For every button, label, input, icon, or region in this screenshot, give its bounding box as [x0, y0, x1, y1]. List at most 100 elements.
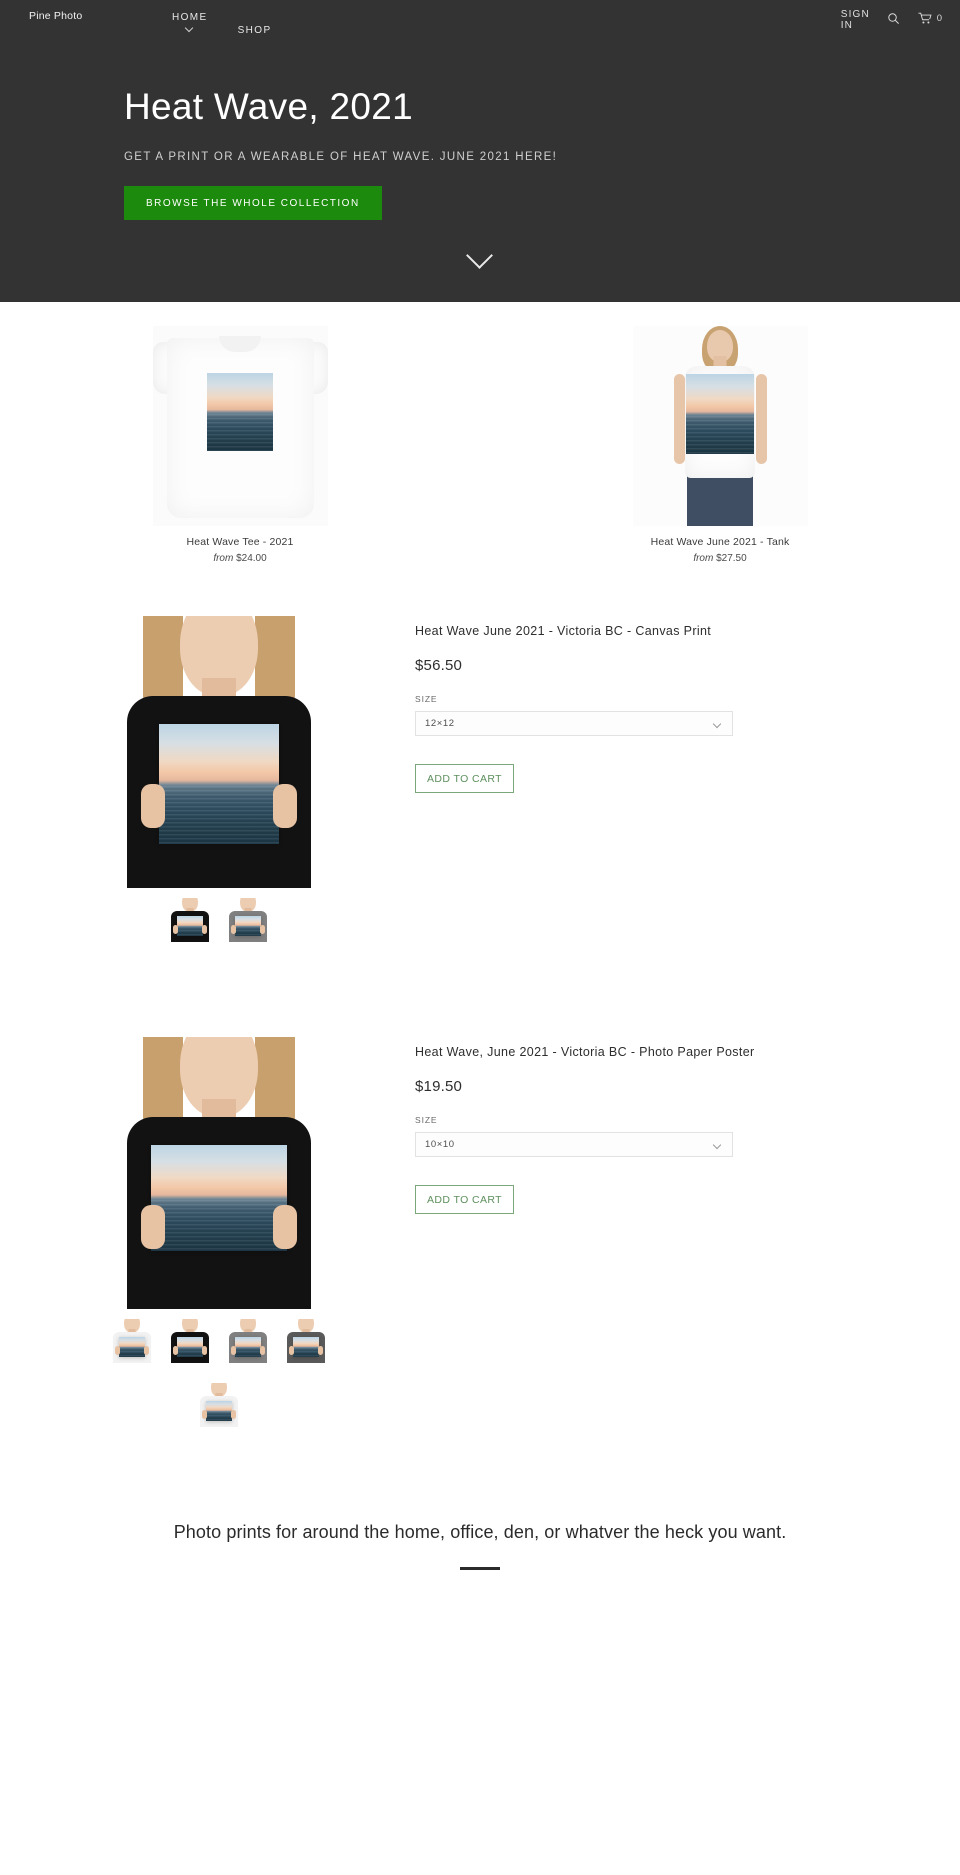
thumbnail-mockup — [283, 1319, 328, 1363]
product-main-image[interactable] — [85, 616, 352, 888]
model-hand-left — [140, 784, 165, 828]
thumbnail-strip — [85, 1319, 352, 1427]
search-icon — [888, 13, 899, 24]
seascape-artwork — [207, 373, 273, 451]
hero-section: Pine Photo HOME SHOP SIGN IN 0 Heat Wave… — [0, 0, 960, 302]
size-select-value: 12×12 — [425, 718, 455, 729]
tank-top-model-mockup — [632, 326, 808, 526]
chevron-down-icon — [714, 1142, 722, 1150]
product-image-tank[interactable] — [632, 326, 808, 526]
artwork-print — [292, 1337, 319, 1357]
seascape-artwork — [686, 374, 754, 454]
scroll-down-icon[interactable] — [463, 243, 497, 269]
model-hand-left — [230, 1346, 236, 1355]
model-hand-left — [172, 1346, 178, 1355]
tagline-text: Photo prints for around the home, office… — [173, 1522, 787, 1542]
product-info: Heat Wave June 2021 - Victoria BC - Canv… — [415, 616, 835, 942]
hero-subtitle: GET A PRINT OR A WEARABLE OF HEAT WAVE. … — [124, 151, 558, 163]
tagline-section: Photo prints for around the home, office… — [0, 1522, 960, 1570]
seascape-artwork — [150, 1145, 287, 1251]
seascape-artwork — [176, 916, 203, 936]
model-hand-left — [172, 925, 178, 934]
product-card-tee[interactable]: Heat Wave Tee - 2021 from $24.00 — [0, 320, 480, 564]
model-hand-right — [143, 1346, 149, 1355]
search-button[interactable] — [887, 12, 900, 25]
divider — [460, 1567, 500, 1570]
thumbnail-strip — [85, 898, 352, 942]
product-price: $56.50 — [415, 657, 463, 674]
model-hand-right — [201, 1346, 207, 1355]
product-thumbnail[interactable] — [196, 1383, 241, 1427]
thumbnail-mockup — [167, 1319, 212, 1363]
site-logo[interactable]: Pine Photo — [29, 10, 82, 22]
model-hand-right — [317, 1346, 323, 1355]
seascape-artwork — [118, 1337, 145, 1357]
product-gallery — [85, 616, 415, 942]
browse-collection-button[interactable]: BROWSE THE WHOLE COLLECTION — [124, 186, 382, 220]
product-thumbnail[interactable] — [283, 1319, 328, 1363]
price-prefix: from — [213, 553, 234, 564]
model-hand-left — [114, 1346, 120, 1355]
model-hand-right — [259, 925, 265, 934]
model-hand-right — [259, 1346, 265, 1355]
model-hand-right — [272, 1205, 297, 1249]
artwork-print — [234, 1337, 261, 1357]
artwork-print — [234, 916, 261, 936]
price-value: $27.50 — [716, 553, 747, 564]
size-label: SIZE — [415, 694, 438, 704]
model-hand-left — [201, 1410, 207, 1419]
seascape-artwork — [158, 724, 279, 844]
price-value: $24.00 — [236, 553, 267, 564]
product-image-tee[interactable] — [152, 326, 328, 526]
header-actions: SIGN IN 0 — [841, 9, 942, 31]
chevron-down-icon — [714, 721, 722, 729]
product-thumbnail[interactable] — [109, 1319, 154, 1363]
price-prefix: from — [693, 553, 714, 564]
product-gallery — [85, 1037, 415, 1427]
product-thumbnail[interactable] — [225, 898, 270, 942]
artwork-print — [207, 373, 273, 451]
model-hand-left — [288, 1346, 294, 1355]
size-select[interactable]: 12×12 — [415, 711, 733, 736]
chevron-down-icon — [185, 25, 194, 34]
model-arm-right — [755, 374, 767, 464]
person-holding-print-mockup — [85, 1037, 352, 1309]
thumbnail-mockup — [225, 898, 270, 942]
model-hand-left — [230, 925, 236, 934]
cart-icon — [918, 12, 932, 24]
sign-in-link[interactable]: SIGN IN — [841, 9, 869, 31]
add-to-cart-button[interactable]: ADD TO CART — [415, 764, 514, 793]
seascape-artwork — [205, 1401, 232, 1421]
thumbnail-mockup — [196, 1383, 241, 1427]
product-thumbnail[interactable] — [167, 898, 212, 942]
page-title: Heat Wave, 2021 — [124, 86, 414, 127]
artwork-print — [118, 1337, 145, 1357]
cart-count: 0 — [936, 13, 942, 24]
tshirt-mockup — [152, 326, 328, 526]
product-card-tank[interactable]: Heat Wave June 2021 - Tank from $27.50 — [480, 320, 960, 564]
product-info: Heat Wave, June 2021 - Victoria BC - Pho… — [415, 1037, 835, 1427]
product-main-image[interactable] — [85, 1037, 352, 1309]
product-price: $19.50 — [415, 1078, 463, 1095]
seascape-artwork — [234, 916, 261, 936]
featured-products-grid: Heat Wave Tee - 2021 from $24.00 Heat Wa… — [0, 302, 960, 564]
main-nav: HOME SHOP — [172, 11, 272, 37]
grid-row: Heat Wave Tee - 2021 from $24.00 Heat Wa… — [0, 320, 960, 564]
size-label: SIZE — [415, 1115, 438, 1125]
product-title: Heat Wave June 2021 - Victoria BC - Canv… — [415, 624, 712, 638]
nav-item-home[interactable]: HOME — [172, 11, 208, 34]
artwork-print — [686, 374, 754, 454]
seascape-artwork — [234, 1337, 261, 1357]
nav-item-shop[interactable]: SHOP — [238, 11, 272, 37]
seascape-artwork — [176, 1337, 203, 1357]
model-hand-right — [230, 1410, 236, 1419]
nav-item-home-label: HOME — [172, 12, 208, 23]
product-thumbnail[interactable] — [167, 1319, 212, 1363]
size-select[interactable]: 10×10 — [415, 1132, 733, 1157]
model-hand-left — [140, 1205, 165, 1249]
seascape-artwork — [292, 1337, 319, 1357]
artwork-print — [158, 724, 279, 844]
product-thumbnail[interactable] — [225, 1319, 270, 1363]
add-to-cart-button[interactable]: ADD TO CART — [415, 1185, 514, 1214]
cart-button[interactable]: 0 — [918, 12, 942, 25]
